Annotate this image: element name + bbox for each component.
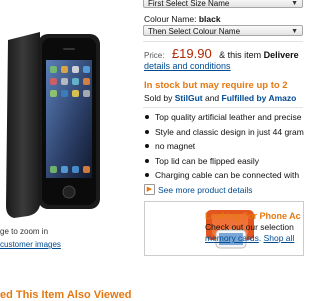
shop-all-link[interactable]: Shop all <box>264 233 295 243</box>
feature-list: Top quality artificial leather and preci… <box>144 111 304 184</box>
memory-cards-link[interactable]: memory cards <box>205 233 259 243</box>
promo-text: Check out our selection <box>205 222 294 232</box>
promo-links: memory cards. Shop all <box>205 233 295 243</box>
feature-item: no magnet <box>144 140 304 155</box>
delivery-note: & this item Delivere <box>219 50 299 60</box>
price-label: Price: <box>144 51 165 60</box>
feature-item: Top quality artificial leather and preci… <box>144 111 304 126</box>
sold-by: Sold by StilGut and Fulfilled by Amazo <box>144 93 296 103</box>
fulfilled-by-amazon-link[interactable]: Fulfilled by Amazo <box>222 93 297 103</box>
colour-value: black <box>198 14 221 24</box>
zoom-hint: ge to zoom in <box>0 227 49 236</box>
colour-label-text: Colour Name: <box>144 14 197 24</box>
colour-label: Colour Name: black <box>144 14 221 24</box>
colour-select[interactable]: Then Select Colour Name ▼ <box>143 25 303 36</box>
dropdown-arrow-icon: ▼ <box>291 0 298 7</box>
divider <box>143 107 303 108</box>
size-select-value: First Select Size Name <box>148 0 230 8</box>
stock-status: In stock but may require up to 2 <box>144 80 288 91</box>
seller-link[interactable]: StilGut <box>175 93 203 103</box>
divider <box>143 41 303 42</box>
product-image[interactable] <box>0 0 110 220</box>
price-value: £19.90 <box>171 46 212 61</box>
more-details-link[interactable]: ▶ See more product details <box>144 184 253 196</box>
feature-item: Top lid can be flipped easily <box>144 155 304 170</box>
feature-item: Charging cable can be connected with <box>144 169 304 184</box>
more-details-label: See more product details <box>158 184 253 195</box>
details-conditions-link[interactable]: details and conditions <box>144 61 231 71</box>
delivery-note-prefix: & this item <box>219 50 262 60</box>
colour-select-value: Then Select Colour Name <box>148 27 241 36</box>
customer-images-link[interactable]: customer images <box>0 240 61 249</box>
feature-item: Style and classic design in just 44 gram <box>144 126 304 141</box>
delivery-note-bold: Delivere <box>263 50 299 60</box>
sold-by-prefix: Sold by <box>144 93 173 103</box>
promo-title: Looking For Phone Ac <box>205 211 301 221</box>
arrow-right-icon: ▶ <box>144 184 155 196</box>
dropdown-arrow-icon: ▼ <box>291 28 298 35</box>
size-select[interactable]: First Select Size Name ▼ <box>143 0 303 8</box>
sold-by-and: and <box>204 93 220 103</box>
also-viewed-heading: ed This Item Also Viewed <box>0 289 132 301</box>
